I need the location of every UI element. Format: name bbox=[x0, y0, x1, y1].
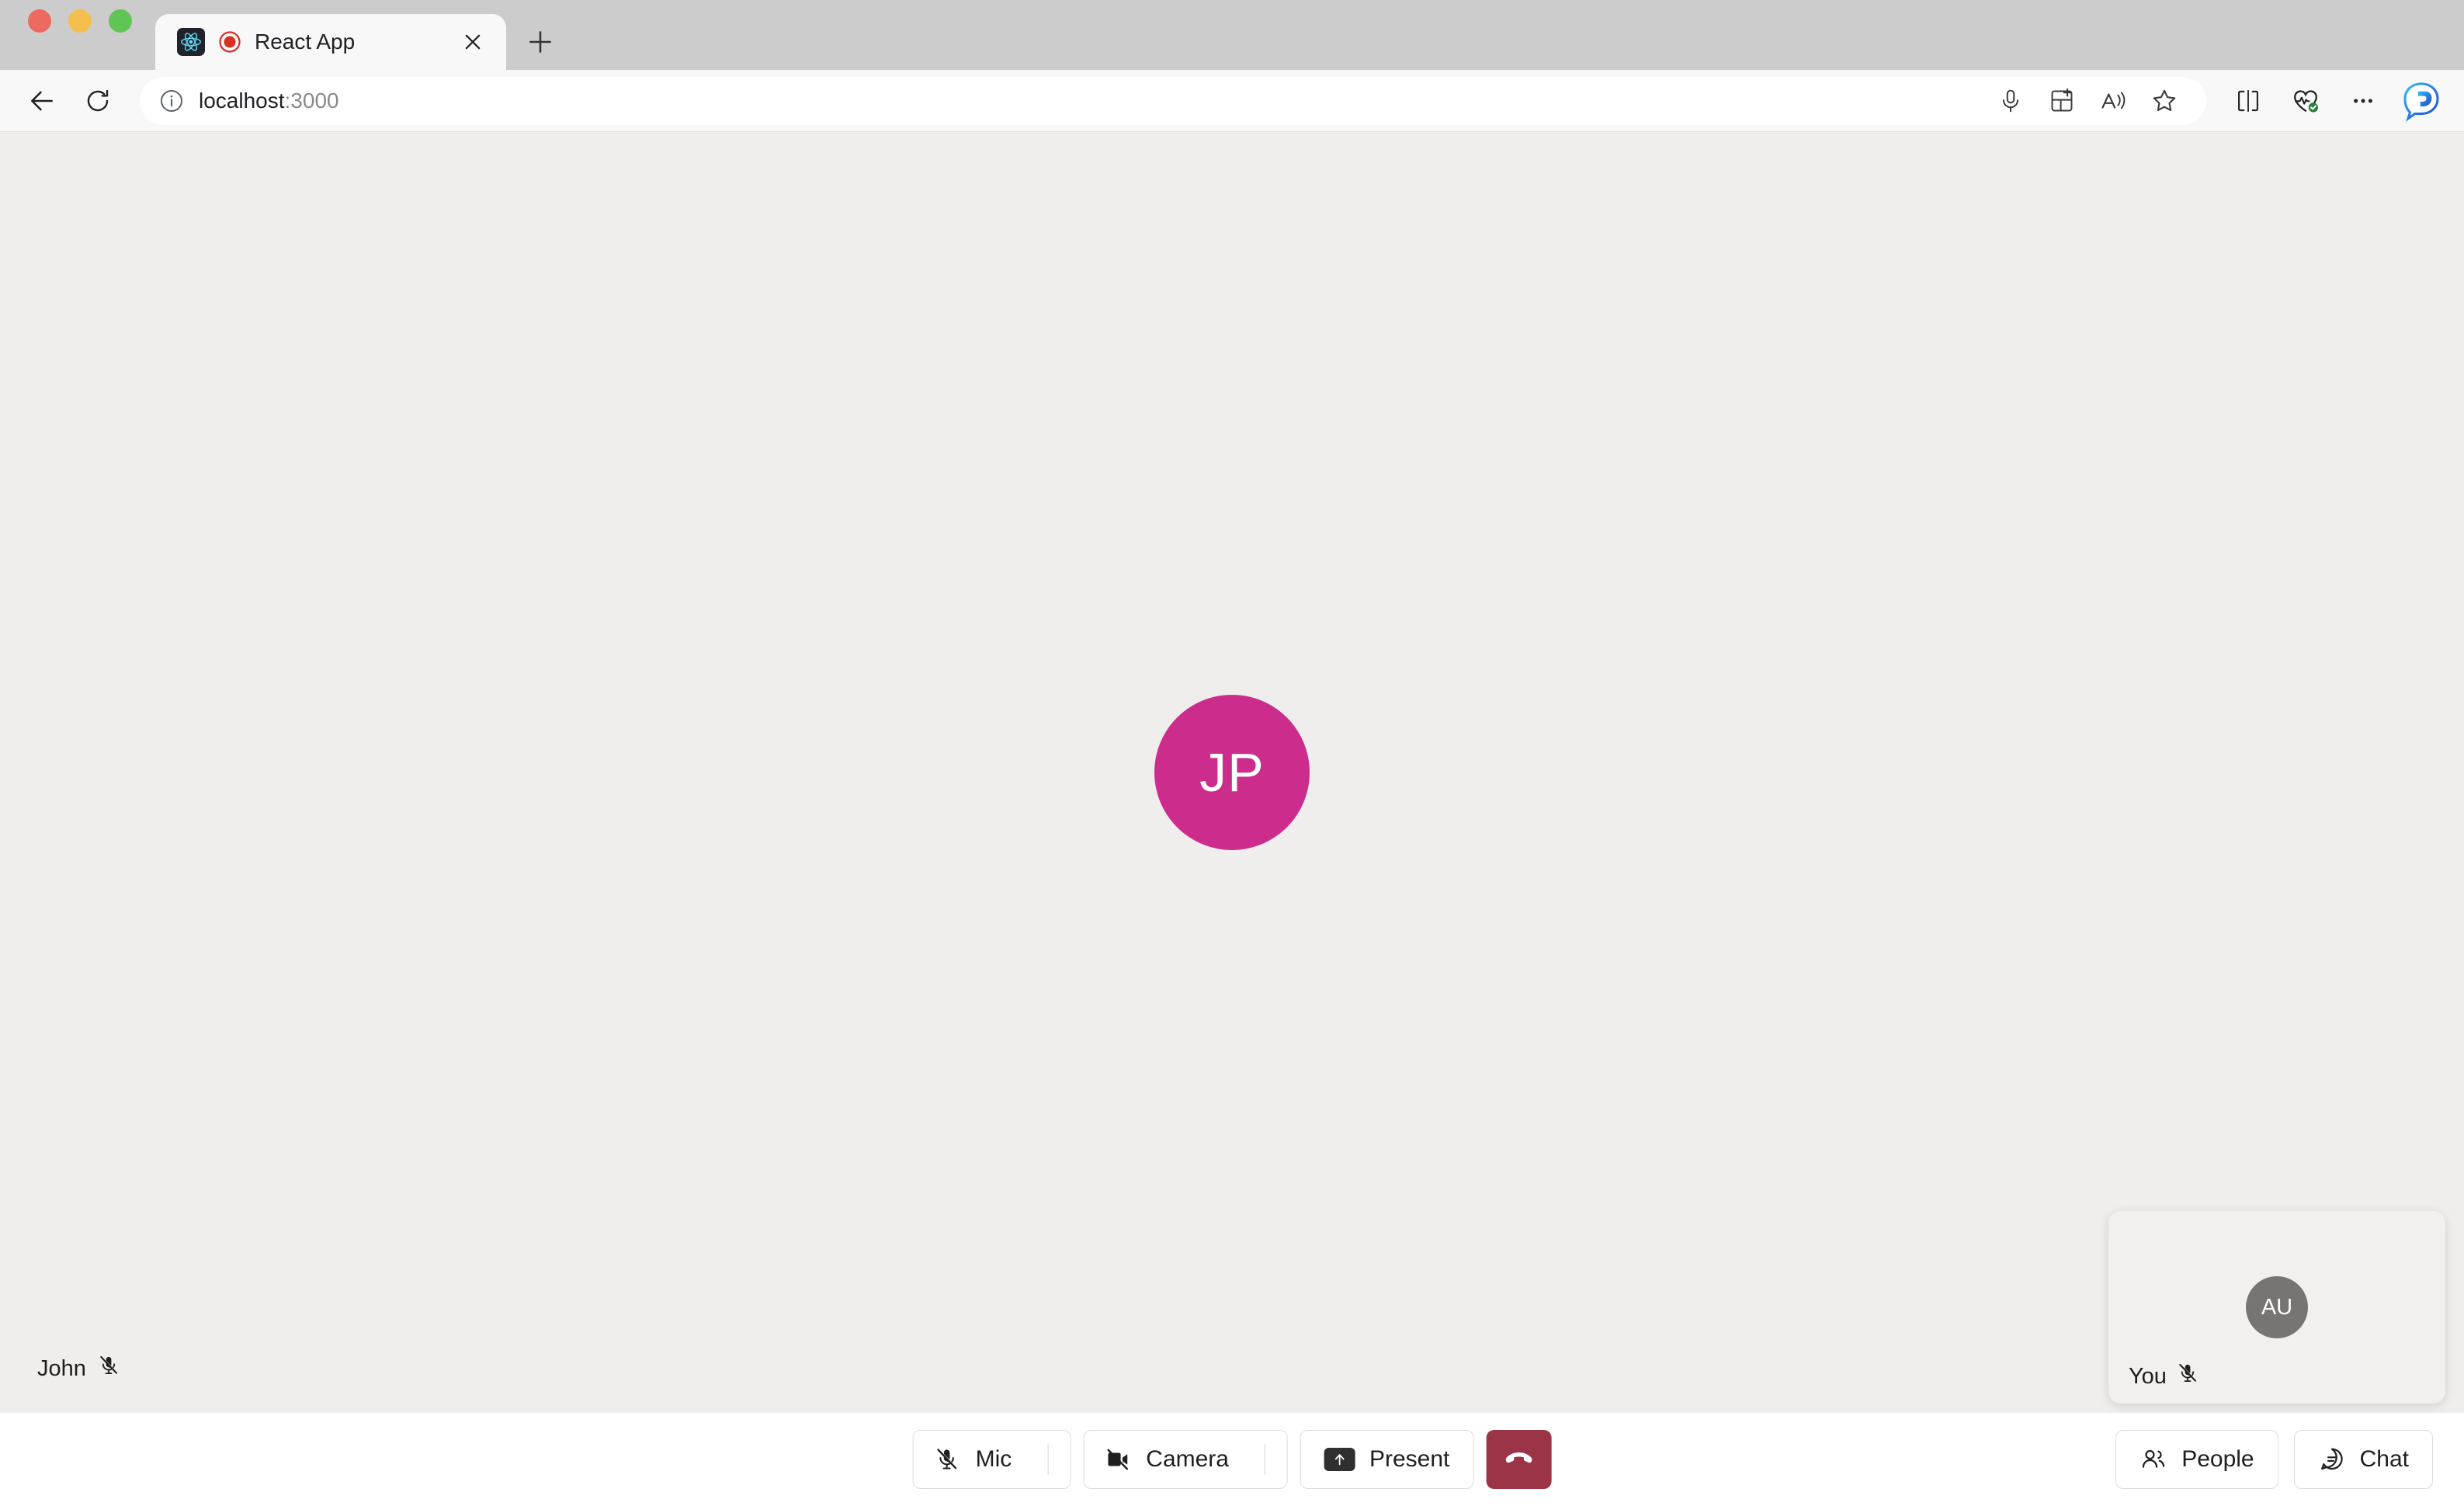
reload-icon[interactable] bbox=[73, 76, 123, 126]
address-bar[interactable]: localhost:3000 bbox=[140, 76, 2206, 125]
browser-toolbar: localhost:3000 bbox=[0, 70, 2464, 132]
people-button[interactable]: People bbox=[2115, 1430, 2278, 1489]
active-speaker-avatar: JP bbox=[1154, 695, 1310, 850]
url-port: :3000 bbox=[284, 88, 339, 113]
browser-essentials-icon[interactable] bbox=[2281, 76, 2330, 126]
tab-strip: React App bbox=[155, 14, 564, 70]
active-speaker-name: John bbox=[37, 1355, 86, 1381]
hangup-button[interactable] bbox=[1486, 1430, 1552, 1489]
browser-tab-react-app[interactable]: React App bbox=[155, 14, 506, 70]
plus-icon[interactable] bbox=[517, 19, 564, 65]
self-view-initials: AU bbox=[2261, 1294, 2293, 1320]
read-aloud-icon[interactable] bbox=[2090, 78, 2136, 124]
secondary-controls: People Chat bbox=[2115, 1430, 2433, 1489]
minimize-window-button[interactable] bbox=[68, 9, 92, 33]
back-arrow-icon[interactable] bbox=[17, 76, 67, 126]
self-view-avatar: AU bbox=[2246, 1276, 2308, 1338]
close-window-button[interactable] bbox=[28, 9, 51, 33]
camera-off-icon bbox=[1104, 1446, 1130, 1473]
url-text: localhost:3000 bbox=[199, 88, 339, 113]
camera-button-label: Camera bbox=[1146, 1446, 1229, 1472]
recording-indicator-icon[interactable] bbox=[216, 28, 244, 56]
self-view-label: You bbox=[2129, 1362, 2199, 1391]
tab-title: React App bbox=[255, 29, 356, 54]
browser-window: React App localhost:3000 JP John AU You … bbox=[0, 0, 2464, 1506]
window-traffic-lights bbox=[28, 0, 132, 70]
people-button-label: People bbox=[2181, 1446, 2254, 1472]
share-screen-icon bbox=[1324, 1448, 1355, 1471]
present-button-label: Present bbox=[1369, 1446, 1450, 1472]
mic-off-icon bbox=[934, 1446, 960, 1473]
browser-titlebar: React App bbox=[0, 0, 2464, 70]
mic-split-divider bbox=[1047, 1444, 1049, 1475]
self-view-name: You bbox=[2129, 1363, 2167, 1389]
mic-off-icon bbox=[97, 1354, 120, 1383]
meeting-control-bar: Mic Camera Present People Chat bbox=[0, 1413, 2464, 1506]
mic-button[interactable]: Mic bbox=[912, 1430, 1071, 1489]
active-speaker-initials: JP bbox=[1199, 742, 1265, 803]
url-host: localhost bbox=[199, 88, 285, 113]
react-logo-icon bbox=[177, 28, 205, 56]
address-bar-actions bbox=[1987, 78, 2188, 124]
info-circle-icon[interactable] bbox=[158, 88, 185, 114]
mic-off-icon bbox=[2176, 1362, 2199, 1391]
hangup-phone-icon bbox=[1502, 1442, 1535, 1478]
present-button[interactable]: Present bbox=[1300, 1430, 1474, 1489]
meeting-stage: JP John AU You bbox=[0, 132, 2464, 1413]
favorite-star-icon[interactable] bbox=[2141, 78, 2188, 124]
toolbar-right-actions bbox=[2223, 75, 2447, 127]
people-icon bbox=[2140, 1445, 2167, 1473]
active-speaker-label: John bbox=[37, 1354, 120, 1383]
chat-button[interactable]: Chat bbox=[2293, 1430, 2433, 1489]
primary-controls: Mic Camera Present bbox=[912, 1430, 1552, 1489]
more-options-icon[interactable] bbox=[2338, 76, 2388, 126]
mic-button-label: Mic bbox=[975, 1446, 1012, 1472]
maximize-window-button[interactable] bbox=[109, 9, 132, 33]
self-view-tile[interactable]: AU You bbox=[2108, 1211, 2445, 1404]
collections-add-icon[interactable] bbox=[2039, 78, 2085, 124]
page-viewport: JP John AU You Mic Camera Present People… bbox=[0, 132, 2464, 1506]
camera-button[interactable]: Camera bbox=[1083, 1430, 1288, 1489]
split-screen-icon[interactable] bbox=[2223, 76, 2273, 126]
microphone-icon[interactable] bbox=[1987, 78, 2034, 124]
chat-button-label: Chat bbox=[2359, 1446, 2409, 1472]
chat-bubble-icon bbox=[2318, 1445, 2346, 1473]
copilot-icon[interactable] bbox=[2396, 75, 2447, 127]
close-icon[interactable] bbox=[456, 26, 489, 58]
